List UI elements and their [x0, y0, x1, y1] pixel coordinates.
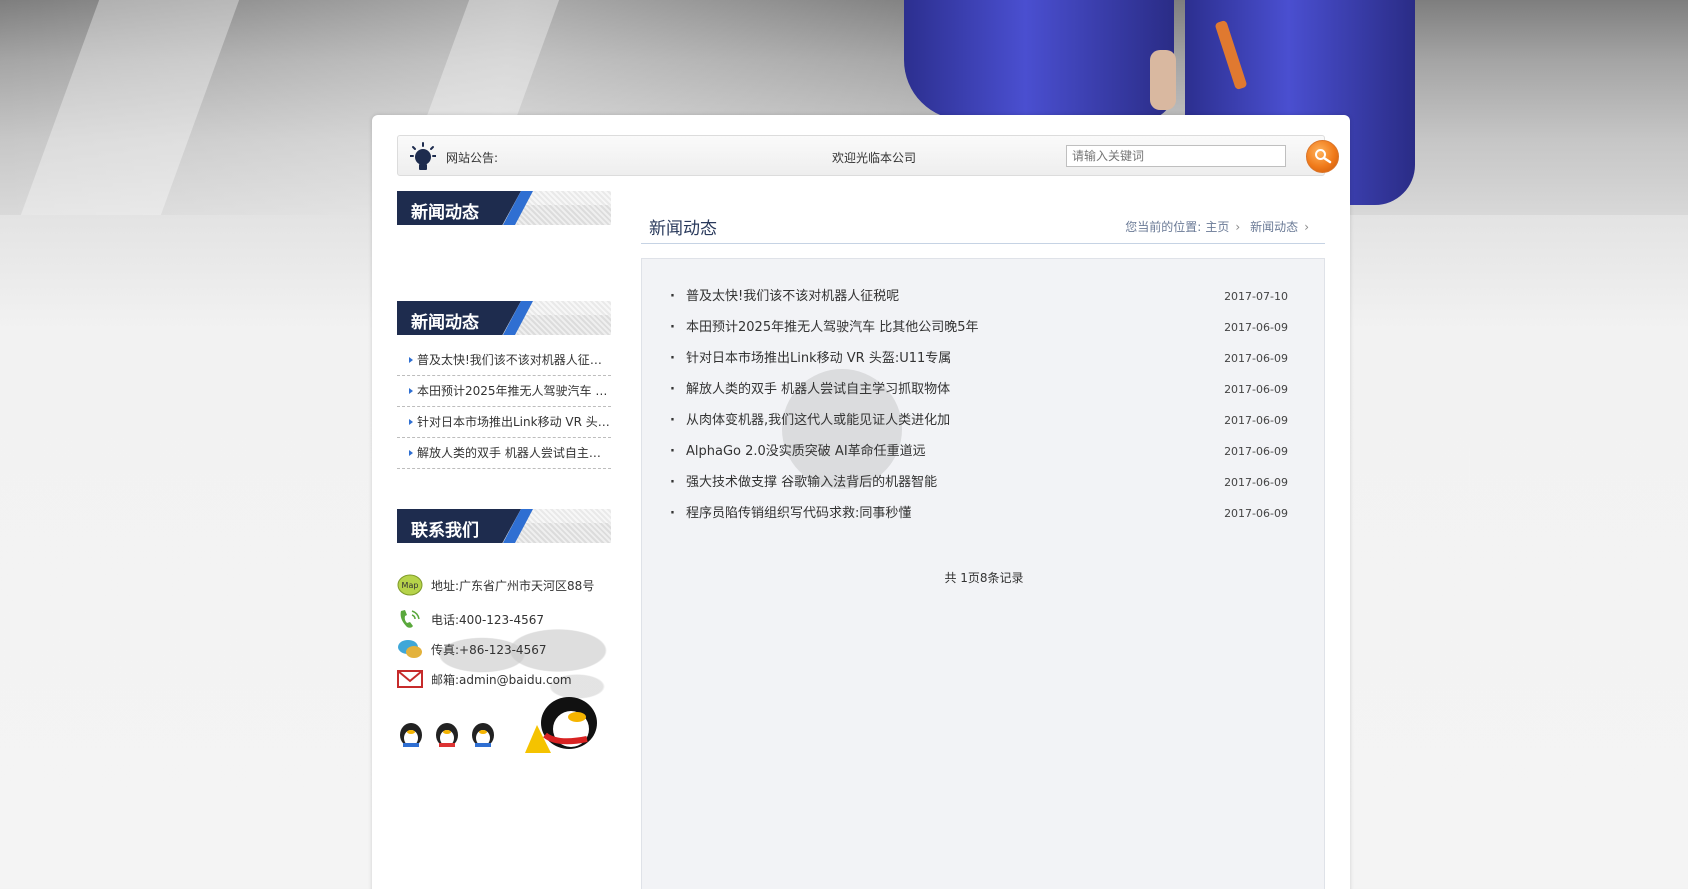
- qq-penguin-icon[interactable]: [469, 719, 497, 749]
- sidebar-section-news-top: 新闻动态: [397, 191, 611, 225]
- content-page: 网站公告: 欢迎光临本公司 新闻动态 新闻动态 普及太快!我们该不该对机器人征税…: [372, 115, 1350, 889]
- sidebar-news-item[interactable]: 普及太快!我们该不该对机器人征税呢: [397, 345, 611, 376]
- news-date: 2017-06-09: [1224, 352, 1288, 365]
- chat-bubble-icon: [398, 640, 422, 658]
- search-input[interactable]: [1066, 145, 1286, 167]
- news-date: 2017-06-09: [1224, 414, 1288, 427]
- news-item[interactable]: 程序员陷传销组织写代码求救:同事秒懂 2017-06-09: [666, 498, 1288, 529]
- news-date: 2017-06-09: [1224, 507, 1288, 520]
- search-icon: [1315, 149, 1332, 164]
- news-title[interactable]: 解放人类的双手 机器人尝试自主学习抓取物体: [686, 382, 950, 397]
- news-item[interactable]: AlphaGo 2.0没实质突破 AI革命任重道远 2017-06-09: [666, 436, 1288, 467]
- news-title[interactable]: 普及太快!我们该不该对机器人征税呢: [686, 289, 899, 304]
- news-title[interactable]: 程序员陷传销组织写代码求救:同事秒懂: [686, 506, 911, 521]
- news-item[interactable]: 解放人类的双手 机器人尝试自主学习抓取物体 2017-06-09: [666, 374, 1288, 405]
- news-item[interactable]: 本田预计2025年推无人驾驶汽车 比其他公司晚5年 2017-06-09: [666, 312, 1288, 343]
- sidebar-news-item[interactable]: 解放人类的双手 机器人尝试自主学习抓取物体: [397, 438, 611, 469]
- sidebar-title-text: 新闻动态: [411, 313, 479, 333]
- news-item[interactable]: 针对日本市场推出Link移动 VR 头盔:U11专属 2017-06-09: [666, 343, 1288, 374]
- main-content: 新闻动态 您当前的位置:主页 › 新闻动态 › 普及太快!我们该不该对机器人征税呢 20…: [641, 205, 1325, 889]
- news-date: 2017-06-09: [1224, 476, 1288, 489]
- sidebar-title: 新闻动态: [397, 191, 611, 225]
- main-header: 新闻动态 您当前的位置: 主页 › 新闻动态 ›: [641, 205, 1325, 244]
- lightbulb-icon: [410, 142, 436, 170]
- contact-email: 邮箱:admin@baidu.com: [397, 665, 572, 693]
- news-panel: 普及太快!我们该不该对机器人征税呢 2017-07-10 本田预计2025年推无人…: [641, 258, 1325, 889]
- hand-shape: [1150, 50, 1176, 110]
- sidebar-title-text: 联系我们: [411, 521, 479, 541]
- news-date: 2017-06-09: [1224, 321, 1288, 334]
- news-date: 2017-06-09: [1224, 383, 1288, 396]
- news-item[interactable]: 强大技术做支撑 谷歌输入法背后的机器智能 2017-06-09: [666, 467, 1288, 498]
- breadcrumb: 您当前的位置: 主页 › 新闻动态 ›: [1121, 218, 1315, 235]
- news-title[interactable]: 针对日本市场推出Link移动 VR 头盔:U11专属: [686, 351, 951, 366]
- breadcrumb-prefix: 您当前的位置:: [1125, 220, 1202, 234]
- notice-label: 网站公告:: [446, 151, 499, 165]
- contact-address-text: 地址:广东省广州市天河区88号: [431, 578, 595, 593]
- pagination-info: 共 1页8条记录: [944, 571, 1024, 585]
- chevron-right-icon: ›: [1304, 220, 1309, 234]
- news-item[interactable]: 从肉体变机器,我们这代人或能见证人类进化加 2017-06-09: [666, 405, 1288, 436]
- sidebar-title: 新闻动态: [397, 301, 611, 335]
- sidebar-section-news: 新闻动态 普及太快!我们该不该对机器人征税呢 本田预计2025年推无人驾驶汽车 …: [397, 301, 611, 469]
- notice-bar: 网站公告: 欢迎光临本公司: [397, 135, 1339, 176]
- breadcrumb-current[interactable]: 新闻动态: [1250, 220, 1298, 234]
- phone-icon: [400, 610, 420, 628]
- news-title[interactable]: 强大技术做支撑 谷歌输入法背后的机器智能: [686, 475, 937, 490]
- mail-icon: [397, 670, 423, 688]
- breadcrumb-home[interactable]: 主页: [1205, 220, 1229, 234]
- qq-penguin-icon[interactable]: [397, 719, 425, 749]
- sidebar-title-text: 新闻动态: [411, 203, 479, 223]
- contact-phone-text: 电话:400-123-4567: [431, 612, 545, 627]
- notice-text: 欢迎光临本公司: [832, 151, 917, 165]
- news-list: 普及太快!我们该不该对机器人征税呢 2017-07-10 本田预计2025年推无人…: [666, 281, 1288, 529]
- search-button[interactable]: [1306, 140, 1339, 173]
- sidebar-section-contact: 联系我们 Map 地址:广东省广州市天河区88号 电话:400-123-4567…: [397, 509, 615, 769]
- sidebar-news-item[interactable]: 本田预计2025年推无人驾驶汽车 比其他公司晚5年: [397, 376, 611, 407]
- contact-fax-text: 传真:+86-123-4567: [431, 642, 547, 657]
- contact-phone: 电话:400-123-4567: [397, 605, 544, 633]
- light-beam: [20, 0, 240, 215]
- contact-address: Map 地址:广东省广州市天河区88号: [397, 571, 594, 599]
- sidebar-news-item[interactable]: 针对日本市场推出Link移动 VR 头盔:U11专属: [397, 407, 611, 438]
- page-title: 新闻动态: [649, 219, 717, 239]
- news-date: 2017-06-09: [1224, 445, 1288, 458]
- svg-text:Map: Map: [402, 581, 419, 590]
- sidebar-news-list: 普及太快!我们该不该对机器人征税呢 本田预计2025年推无人驾驶汽车 比其他公司…: [397, 345, 611, 469]
- news-date: 2017-07-10: [1224, 290, 1288, 303]
- news-item[interactable]: 普及太快!我们该不该对机器人征税呢 2017-07-10: [666, 281, 1288, 312]
- worker-figure: [904, 0, 1174, 120]
- chevron-right-icon: ›: [1235, 220, 1241, 234]
- sidebar-title: 联系我们: [397, 509, 611, 543]
- contact-fax: 传真:+86-123-4567: [397, 635, 546, 663]
- qq-mascot-icon[interactable]: [517, 695, 603, 755]
- news-title[interactable]: 从肉体变机器,我们这代人或能见证人类进化加: [686, 413, 950, 428]
- map-icon: Map: [397, 574, 423, 596]
- contact-email-text: 邮箱:admin@baidu.com: [431, 672, 572, 687]
- qq-penguin-icon[interactable]: [433, 719, 461, 749]
- news-title[interactable]: 本田预计2025年推无人驾驶汽车 比其他公司晚5年: [686, 320, 979, 335]
- news-title[interactable]: AlphaGo 2.0没实质突破 AI革命任重道远: [686, 444, 926, 459]
